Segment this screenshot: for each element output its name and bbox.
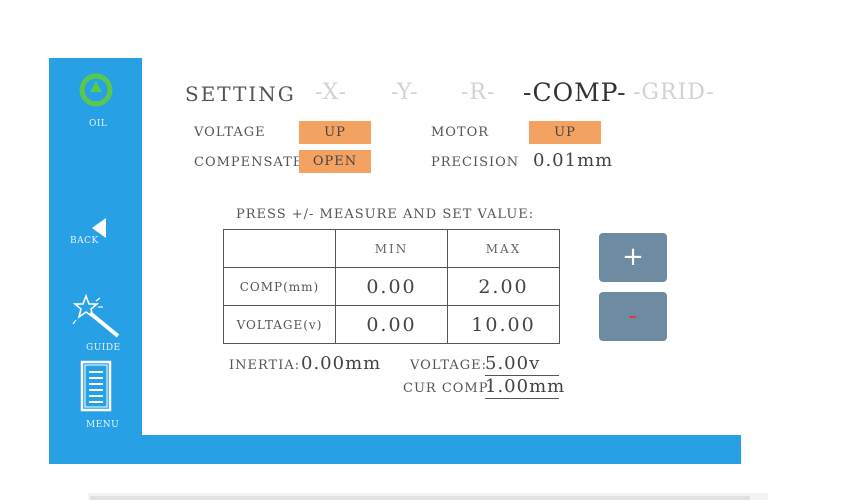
oil-label: OIL <box>89 119 108 129</box>
oil-icon <box>79 73 113 111</box>
oil-button[interactable]: OIL <box>76 70 116 130</box>
status-voltage-value: 5.00v <box>485 353 559 376</box>
compensate-label: COMPENSATE <box>194 155 304 170</box>
voltage-label: VOLTAGE <box>194 125 266 140</box>
table-row: VOLTAGE(v) 0.00 10.00 <box>223 305 560 344</box>
precision-label: PRECISION <box>431 155 520 170</box>
back-label: BACK <box>70 236 99 246</box>
measure-instruction: PRESS +/- MEASURE AND SET VALUE: <box>236 207 535 222</box>
guide-button[interactable]: GUIDE <box>70 292 122 354</box>
plus-button[interactable]: + <box>599 233 667 282</box>
row-label: COMP(mm) <box>223 267 336 306</box>
tab-grid[interactable]: -GRID- <box>633 80 715 105</box>
tab-y[interactable]: -Y- <box>391 80 419 105</box>
motor-label: MOTOR <box>431 125 490 140</box>
comp-max-cell[interactable]: 2.00 <box>447 267 560 306</box>
motor-up-button[interactable]: UP <box>529 121 601 144</box>
table-header-row: MIN MAX <box>223 229 560 268</box>
footer-clipped-text <box>0 489 855 500</box>
tab-x[interactable]: -X- <box>315 80 347 105</box>
menu-label: MENU <box>86 420 120 430</box>
menu-list-icon <box>80 360 112 416</box>
table-row: COMP(mm) 0.00 2.00 <box>223 267 560 306</box>
page-title: SETTING <box>185 82 296 106</box>
voltage-max-cell[interactable]: 10.00 <box>447 305 560 344</box>
tab-r[interactable]: -R- <box>461 80 495 105</box>
minus-button[interactable]: - <box>599 292 667 341</box>
min-header: MIN <box>335 229 448 268</box>
precision-value[interactable]: 0.01mm <box>533 150 613 171</box>
comp-min-cell[interactable]: 0.00 <box>335 267 448 306</box>
row-label: VOLTAGE(v) <box>223 305 336 344</box>
cur-comp-label: CUR COMP: <box>403 381 494 396</box>
back-button[interactable]: BACK <box>70 214 120 254</box>
tab-comp[interactable]: -COMP- <box>523 78 627 107</box>
comp-table: MIN MAX COMP(mm) 0.00 2.00 VOLTAGE(v) 0.… <box>223 229 560 344</box>
magic-wand-icon <box>70 292 122 342</box>
inertia-value: 0.00mm <box>301 353 382 374</box>
voltage-up-button[interactable]: UP <box>299 121 371 144</box>
menu-button[interactable]: MENU <box>78 360 120 432</box>
cur-comp-value: 1.00mm <box>485 376 566 399</box>
inertia-label: INERTIA: <box>229 358 301 373</box>
compensate-open-button[interactable]: OPEN <box>299 150 371 173</box>
status-voltage-label: VOLTAGE: <box>410 358 487 373</box>
max-header: MAX <box>447 229 560 268</box>
guide-label: GUIDE <box>86 343 121 353</box>
voltage-min-cell[interactable]: 0.00 <box>335 305 448 344</box>
table-corner <box>223 229 336 268</box>
